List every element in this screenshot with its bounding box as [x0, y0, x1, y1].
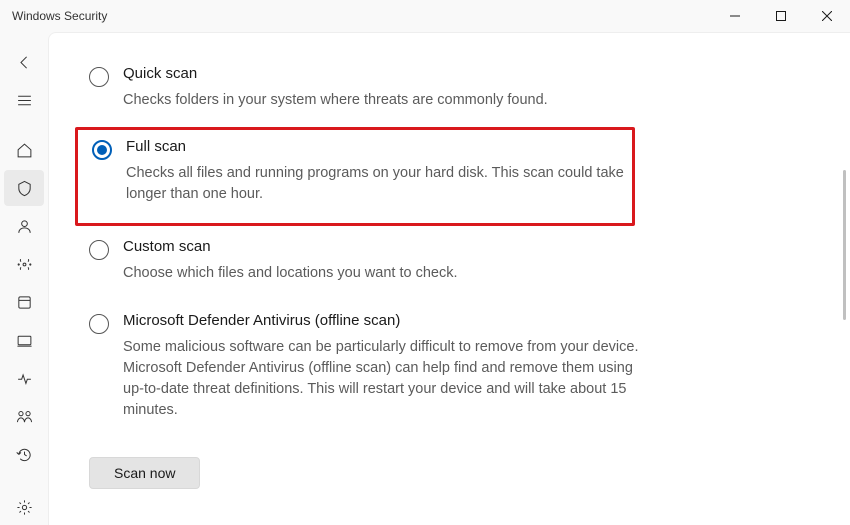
sidebar-item-firewall-network[interactable] [4, 246, 44, 282]
scrollbar-thumb[interactable] [843, 170, 846, 320]
sidebar-item-app-browser-control[interactable] [4, 284, 44, 320]
sidebar-item-family-options[interactable] [4, 398, 44, 434]
option-description: Some malicious software can be particula… [123, 337, 649, 421]
option-title: Quick scan [123, 65, 649, 82]
option-description: Choose which files and locations you wan… [123, 263, 649, 284]
option-title: Custom scan [123, 238, 649, 255]
sidebar-item-account-protection[interactable] [4, 208, 44, 244]
sidebar-item-settings[interactable] [4, 489, 44, 525]
option-description: Checks folders in your system where thre… [123, 90, 649, 111]
sidebar-item-virus-protection[interactable] [4, 170, 44, 206]
sidebar-item-device-performance[interactable] [4, 360, 44, 396]
sidebar-item-protection-history[interactable] [4, 436, 44, 472]
sidebar [0, 32, 48, 525]
minimize-button[interactable] [712, 0, 758, 32]
radio-offline[interactable] [89, 314, 109, 334]
titlebar: Windows Security [0, 0, 850, 32]
window-controls [712, 0, 850, 32]
scan-option-full[interactable]: Full scan Checks all files and running p… [75, 127, 635, 226]
window-title: Windows Security [12, 9, 712, 23]
scan-option-custom[interactable]: Custom scan Choose which files and locat… [89, 226, 649, 300]
back-button[interactable] [4, 44, 44, 80]
radio-full[interactable] [92, 140, 112, 160]
sidebar-item-home[interactable] [4, 132, 44, 168]
menu-button[interactable] [4, 82, 44, 118]
close-button[interactable] [804, 0, 850, 32]
main-content: Quick scan Checks folders in your system… [48, 32, 850, 525]
scan-option-quick[interactable]: Quick scan Checks folders in your system… [89, 53, 649, 127]
maximize-button[interactable] [758, 0, 804, 32]
option-title: Microsoft Defender Antivirus (offline sc… [123, 312, 649, 329]
scan-now-button[interactable]: Scan now [89, 457, 200, 489]
option-description: Checks all files and running programs on… [126, 163, 626, 205]
scan-option-offline[interactable]: Microsoft Defender Antivirus (offline sc… [89, 300, 649, 437]
radio-quick[interactable] [89, 67, 109, 87]
sidebar-item-device-security[interactable] [4, 322, 44, 358]
option-title: Full scan [126, 138, 626, 155]
radio-custom[interactable] [89, 240, 109, 260]
